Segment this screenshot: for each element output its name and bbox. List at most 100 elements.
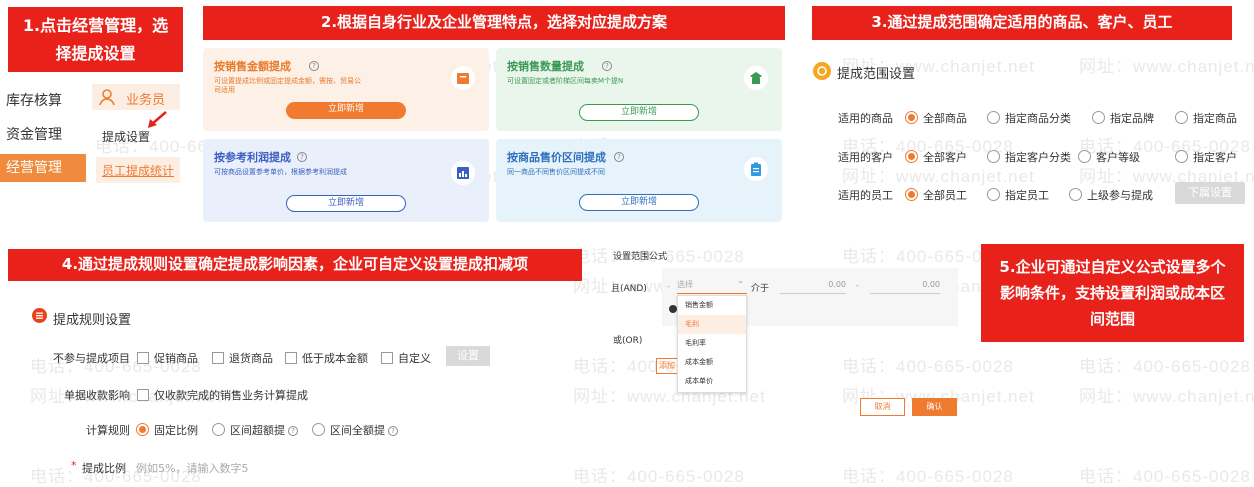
or-label: 或(OR)	[613, 336, 643, 346]
plan-desc: 可按商品设置参考单价，根据参考利润提成	[214, 168, 347, 176]
max-input[interactable]: 0.00	[870, 277, 940, 294]
menu-item-operations[interactable]: 经营管理	[0, 154, 86, 182]
field-dropdown: 销售金额 毛利 毛利率 成本金额 成本单价	[677, 295, 747, 393]
step5-banner: 5.企业可通过自定义公式设置多个影响条件，支持设置利润或成本区间范围	[981, 244, 1244, 342]
add-now-button[interactable]: 立即新增	[286, 195, 406, 212]
calc-label: 计算规则	[86, 424, 130, 437]
watermark: 网址：www.chanjet.net	[842, 167, 1035, 186]
radio-specific-goods[interactable]: 指定商品	[1175, 110, 1237, 126]
plan-title: 按销售金额提成	[214, 60, 291, 73]
watermark: 网址：www.chanjet.net	[1079, 57, 1254, 76]
checkbox-return-goods[interactable]: 退货商品	[212, 350, 273, 366]
min-input[interactable]: 0.00	[780, 277, 846, 294]
checkbox-promo-goods[interactable]: 促销商品	[137, 350, 198, 366]
dropdown-option[interactable]: 销售金额	[678, 296, 746, 315]
radio-superior-participate[interactable]: 上级参与提成	[1069, 187, 1153, 203]
required-mark: *	[71, 459, 77, 472]
radio-goods-category[interactable]: 指定商品分类	[987, 110, 1071, 126]
receipt-label: 单据收款影响	[64, 389, 130, 402]
plan-desc: 可设置固定或者阶梯区间每卖M个提N	[507, 77, 624, 85]
remove-icon[interactable]	[669, 305, 677, 313]
range-dash: -	[856, 281, 859, 290]
user-role-label: 业务员	[126, 93, 166, 108]
plan-desc: 可设置提成比例或固定提成金额，需按、贸易公司适用	[214, 77, 361, 94]
radio-range-excess[interactable]: 区间超额提?	[212, 422, 298, 438]
plan-card-sales-qty[interactable]: 按销售数量提成 ? 可设置固定或者阶梯区间每卖M个提N 立即新增	[496, 48, 782, 131]
submenu-staff-stats[interactable]: 员工提成统计	[102, 162, 174, 179]
checkbox-custom[interactable]: 自定义	[381, 350, 431, 366]
checkbox-below-cost[interactable]: 低于成本金额	[285, 350, 368, 366]
field-select[interactable]: 选择 ⌃	[677, 277, 747, 294]
dropdown-option[interactable]: 成本单价	[678, 372, 746, 391]
help-icon: ?	[388, 426, 398, 436]
step3-banner: 3.通过提成范围确定适用的商品、客户、员工	[812, 6, 1232, 40]
menu-item-inventory[interactable]: 库存核算	[6, 90, 62, 110]
add-now-button[interactable]: 立即新增	[579, 104, 699, 121]
plan-desc: 同一商品不同售价区间提成不同	[507, 168, 605, 176]
add-now-button[interactable]: 立即新增	[579, 194, 699, 211]
plan-title: 按销售数量提成	[507, 60, 584, 73]
radio-specific-staff[interactable]: 指定员工	[987, 187, 1049, 203]
plan-card-profit[interactable]: 按参考利润提成 ? 可按商品设置参考单价，根据参考利润提成 立即新增	[203, 139, 489, 222]
and-label: 且(AND)	[611, 284, 647, 294]
add-now-button[interactable]: 立即新增	[286, 102, 406, 119]
help-icon: ?	[288, 426, 298, 436]
wallet-icon	[451, 66, 475, 90]
help-icon[interactable]: ?	[297, 152, 307, 162]
radio-customer-category[interactable]: 指定客户分类	[987, 149, 1071, 165]
ratio-input[interactable]: 例如5%，请输入数字5	[136, 460, 248, 476]
radio-specific-customer[interactable]: 指定客户	[1175, 149, 1237, 165]
watermark: 电话：400-665-0028	[1079, 357, 1251, 376]
clipboard-icon	[744, 157, 768, 181]
chevron-up-icon: ⌃	[737, 280, 744, 289]
scope-icon	[813, 62, 831, 80]
ratio-label: 提成比例	[82, 462, 126, 475]
scope-title: 提成范围设置	[837, 67, 916, 82]
user-icon	[98, 88, 116, 106]
watermark: 电话：400-665-0028	[842, 467, 1014, 486]
radio-all-customers[interactable]: 全部客户	[905, 149, 967, 165]
confirm-button[interactable]: 确认	[912, 398, 957, 416]
formula-title: 设置范围公式	[613, 252, 668, 262]
help-icon[interactable]: ?	[602, 61, 612, 71]
user-role-chip: 业务员	[92, 84, 180, 110]
dropdown-option[interactable]: 毛利率	[678, 334, 746, 353]
scope-label-staff: 适用的员工	[838, 189, 893, 202]
rules-title: 提成规则设置	[53, 313, 132, 328]
radio-brand[interactable]: 指定品牌	[1092, 110, 1154, 126]
plan-card-sales-amount[interactable]: 按销售金额提成 ? 可设置提成比例或固定提成金额，需按、贸易公司适用 立即新增	[203, 48, 489, 131]
menu-item-funds[interactable]: 资金管理	[6, 124, 62, 144]
checkbox-receipt-complete[interactable]: 仅收款完成的销售业务计算提成	[137, 387, 308, 403]
dropdown-option-selected[interactable]: 毛利	[678, 315, 746, 334]
plan-card-price-range[interactable]: 按商品售价区间提成 ? 同一商品不同售价区间提成不同 立即新增	[496, 139, 782, 222]
radio-fixed-ratio[interactable]: 固定比例	[136, 422, 198, 438]
field-dot: -	[667, 282, 670, 291]
radio-all-staff[interactable]: 全部员工	[905, 187, 967, 203]
sub-settings-button[interactable]: 下属设置	[1175, 182, 1245, 204]
cancel-button[interactable]: 取消	[860, 398, 905, 416]
help-icon[interactable]: ?	[309, 61, 319, 71]
watermark: 网址：www.chanjet.net	[1079, 387, 1254, 406]
help-icon[interactable]: ?	[614, 152, 624, 162]
watermark: 电话：400-665-0028	[842, 357, 1014, 376]
submenu-staff-stats-bg: 员工提成统计	[96, 157, 180, 183]
step4-banner: 4.通过提成规则设置确定提成影响因素，企业可自定义设置提成扣减项	[8, 249, 582, 281]
step1-banner: 1.点击经营管理，选择提成设置	[8, 7, 183, 72]
box-icon	[744, 66, 768, 90]
exclude-settings-button[interactable]: 设置	[446, 346, 490, 366]
radio-range-full[interactable]: 区间全额提?	[312, 422, 398, 438]
radio-customer-level[interactable]: 客户等级	[1078, 149, 1140, 165]
dropdown-option[interactable]: 成本金额	[678, 353, 746, 372]
plan-title: 按商品售价区间提成	[507, 151, 606, 164]
scope-label-customers: 适用的客户	[838, 151, 893, 164]
arrow-pointer-icon	[146, 110, 168, 134]
radio-all-goods[interactable]: 全部商品	[905, 110, 967, 126]
exclude-label: 不参与提成项目	[53, 352, 130, 365]
add-condition-button[interactable]: 添加	[656, 358, 678, 374]
rules-icon	[32, 308, 47, 323]
chart-icon	[451, 161, 475, 185]
watermark: 电话：400-665-0028	[1079, 467, 1251, 486]
step2-banner: 2.根据自身行业及企业管理特点，选择对应提成方案	[203, 6, 785, 40]
watermark: 电话：400-665-0028	[573, 467, 745, 486]
submenu-commission-settings[interactable]: 提成设置	[102, 128, 150, 145]
